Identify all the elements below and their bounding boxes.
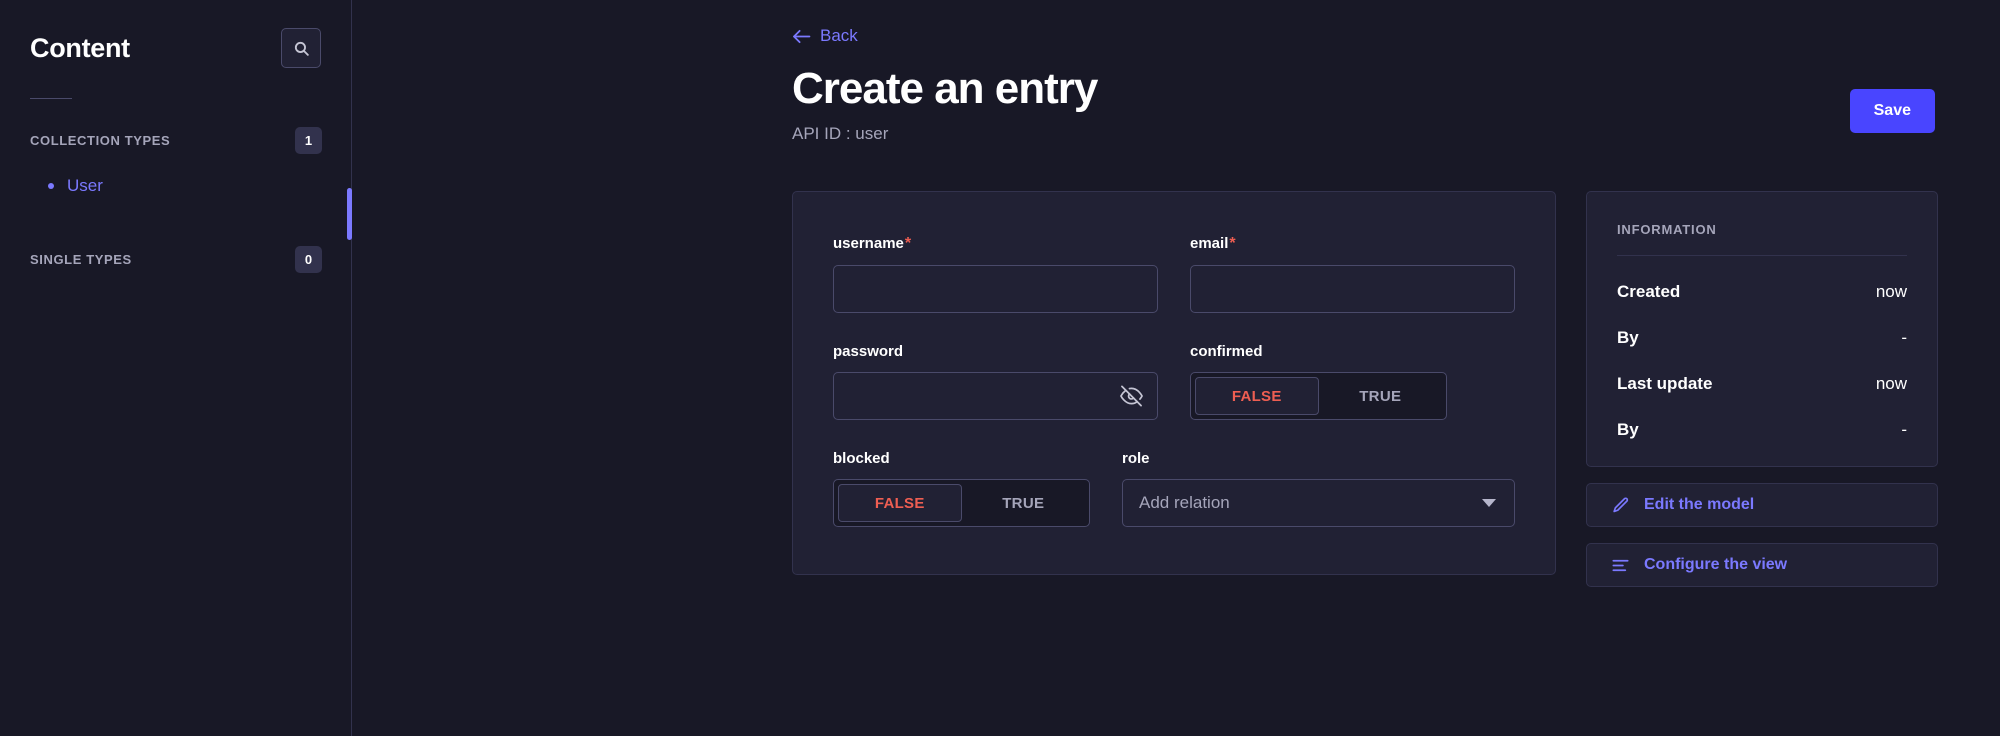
sidebar-item-label: User xyxy=(67,176,103,195)
configure-the-view-button[interactable]: Configure the view xyxy=(1586,543,1938,588)
role-select-value: Add relation xyxy=(1139,493,1230,513)
field-email-label: email * xyxy=(1190,235,1515,253)
right-panel: INFORMATION Created now By - Last update… xyxy=(1586,191,1938,588)
single-types-count: 0 xyxy=(295,246,322,273)
field-confirmed-label-text: confirmed xyxy=(1190,343,1263,361)
info-value: now xyxy=(1875,374,1907,394)
info-value: - xyxy=(1901,420,1907,440)
edit-the-model-button[interactable]: Edit the model xyxy=(1586,483,1938,528)
eye-off-icon[interactable] xyxy=(1120,385,1143,408)
blocked-false-button[interactable]: FALSE xyxy=(838,484,962,523)
sidebar-header: Content xyxy=(0,0,351,68)
search-button[interactable] xyxy=(281,28,321,68)
field-role-label: role xyxy=(1122,450,1515,467)
edit-the-model-label: Edit the model xyxy=(1644,496,1755,514)
confirmed-toggle-group[interactable]: FALSE TRUE xyxy=(1190,372,1447,421)
info-value: now xyxy=(1875,282,1907,302)
info-key: Created xyxy=(1617,282,1681,302)
collection-types-header: COLLECTION TYPES 1 xyxy=(0,127,351,154)
password-input[interactable] xyxy=(834,373,1157,420)
field-confirmed-label: confirmed xyxy=(1190,343,1515,360)
field-username-label: username * xyxy=(833,235,1158,253)
save-button[interactable]: Save xyxy=(1849,88,1935,133)
info-key: By xyxy=(1617,420,1639,440)
info-row-last-update: Last update now xyxy=(1617,374,1907,394)
blocked-true-button[interactable]: TRUE xyxy=(962,484,1086,522)
field-confirmed: confirmed FALSE TRUE xyxy=(1190,343,1515,421)
pencil-icon xyxy=(1611,496,1630,515)
confirmed-true-button[interactable]: TRUE xyxy=(1319,377,1443,415)
field-username-label-text: username xyxy=(833,235,904,253)
field-blocked-label-text: blocked xyxy=(833,450,890,468)
field-password-input-wrapper[interactable] xyxy=(833,372,1158,421)
info-value: - xyxy=(1901,328,1907,348)
content-area: username * email * password confirmed FA… xyxy=(352,191,2000,588)
api-id-label: API ID : user xyxy=(792,124,889,144)
app-root: Content COLLECTION TYPES 1 User SINGLE T… xyxy=(0,0,2000,736)
chevron-down-icon xyxy=(1482,499,1496,508)
collection-types-list: User xyxy=(0,168,351,204)
required-marker: * xyxy=(1229,235,1236,253)
single-types-header: SINGLE TYPES 0 xyxy=(0,246,351,273)
information-card: INFORMATION Created now By - Last update… xyxy=(1586,191,1938,468)
information-divider xyxy=(1617,255,1907,257)
field-password-label: password xyxy=(833,343,1158,360)
field-role: role Add relation xyxy=(1122,450,1515,528)
page-title: Create an entry xyxy=(792,63,1098,113)
info-row-created-by: By - xyxy=(1617,328,1907,348)
field-email-label-text: email xyxy=(1190,235,1229,253)
form-row-2: password confirmed FALSE TRUE xyxy=(833,343,1515,421)
info-key: Last update xyxy=(1617,374,1713,394)
sidebar-divider xyxy=(30,98,72,99)
confirmed-false-button[interactable]: FALSE xyxy=(1195,377,1319,416)
blocked-toggle-group[interactable]: FALSE TRUE xyxy=(833,479,1090,528)
field-username: username * xyxy=(833,235,1158,314)
info-key: By xyxy=(1617,328,1639,348)
form-row-1: username * email * xyxy=(833,235,1515,314)
back-link[interactable]: Back xyxy=(792,26,858,46)
email-input[interactable] xyxy=(1191,266,1514,313)
search-icon xyxy=(293,40,310,57)
field-password-label-text: password xyxy=(833,343,904,361)
information-title: INFORMATION xyxy=(1617,222,1717,238)
title-block: Create an entry API ID : user xyxy=(792,63,1098,145)
configure-the-view-label: Configure the view xyxy=(1644,556,1788,574)
required-marker: * xyxy=(904,235,912,253)
info-row-updated-by: By - xyxy=(1617,420,1907,440)
collection-types-label: COLLECTION TYPES xyxy=(30,133,171,148)
bullet-icon xyxy=(48,183,54,189)
sliders-icon xyxy=(1611,556,1630,575)
field-role-label-text: role xyxy=(1122,450,1150,468)
sidebar: Content COLLECTION TYPES 1 User SINGLE T… xyxy=(0,0,352,736)
form-row-3: blocked FALSE TRUE role Add relation xyxy=(833,450,1515,528)
collection-types-count: 1 xyxy=(295,127,322,154)
username-input[interactable] xyxy=(834,266,1157,313)
sidebar-title: Content xyxy=(30,32,130,63)
sidebar-item-user[interactable]: User xyxy=(0,168,351,204)
field-password: password xyxy=(833,343,1158,421)
field-blocked-label: blocked xyxy=(833,450,1090,467)
main-content: Back Create an entry API ID : user Save … xyxy=(352,0,2000,736)
title-row: Create an entry API ID : user Save xyxy=(352,63,2000,145)
role-select[interactable]: Add relation xyxy=(1122,479,1515,528)
field-email-input-wrapper[interactable] xyxy=(1190,265,1515,314)
page-header: Back Create an entry API ID : user Save xyxy=(352,0,2000,144)
entry-form-card: username * email * password confirmed FA… xyxy=(792,191,1556,576)
field-username-input-wrapper[interactable] xyxy=(833,265,1158,314)
info-row-created: Created now xyxy=(1617,282,1907,302)
arrow-left-icon xyxy=(792,29,811,44)
single-types-label: SINGLE TYPES xyxy=(30,252,132,267)
field-blocked: blocked FALSE TRUE xyxy=(833,450,1090,528)
field-email: email * xyxy=(1190,235,1515,314)
back-label: Back xyxy=(820,26,858,45)
